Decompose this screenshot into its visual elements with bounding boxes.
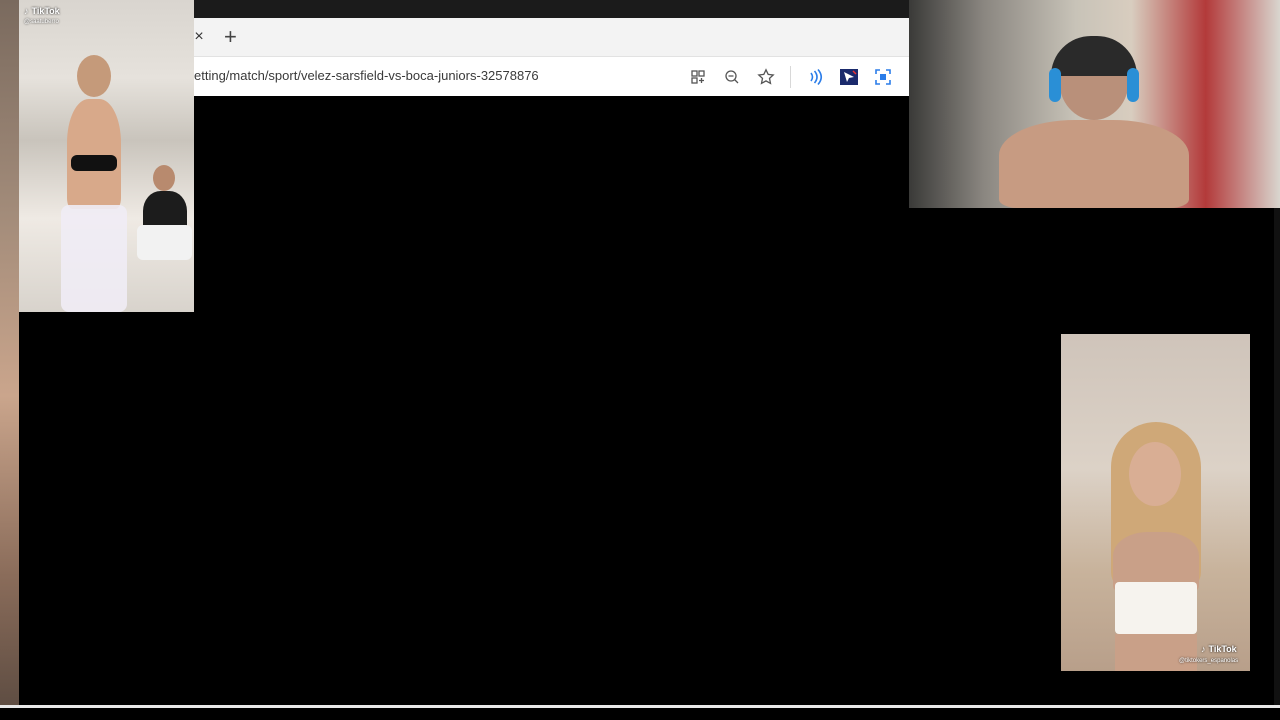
favorite-star-icon[interactable] [754, 65, 778, 89]
seated-person-figure [137, 165, 192, 305]
tiktok-video-tile-2: ♪ TikTok @tiktokers_espanolas [1061, 334, 1250, 671]
girl-figure [1091, 422, 1221, 671]
address-bar[interactable]: etting/match/sport/velez-sarsfield-vs-bo… [194, 56, 909, 96]
tiktok-handle: @saatuberro [24, 19, 59, 25]
tiktok-video-tile: ♪ TikTok @saatuberro [19, 0, 194, 312]
apps-icon[interactable] [686, 65, 710, 89]
read-aloud-icon[interactable] [803, 65, 827, 89]
new-tab-button[interactable]: + [224, 26, 237, 48]
tiktok-label: TikTok [31, 6, 60, 16]
tiktok-logo-icon: ♪ [1201, 644, 1206, 654]
window-title-strip [194, 0, 909, 18]
url-text[interactable]: etting/match/sport/velez-sarsfield-vs-bo… [194, 68, 539, 83]
tiktok-badge: ♪ TikTok [24, 6, 60, 16]
tiktok-handle: @tiktokers_espanolas [1179, 658, 1239, 664]
webcam-video-tile [909, 0, 1280, 208]
browser-window: × + etting/match/sport/velez-sarsfield-v… [194, 0, 909, 96]
extension-icon[interactable] [837, 65, 861, 89]
address-bar-actions [686, 65, 895, 89]
streamer-figure [979, 30, 1209, 208]
tiktok-label: TikTok [1208, 644, 1237, 654]
tab-close-icon[interactable]: × [194, 28, 204, 46]
tiktok-logo-icon: ♪ [24, 6, 29, 16]
tiktok-badge-2: ♪ TikTok [1201, 644, 1237, 654]
background-video-edge [0, 0, 19, 720]
dancer-figure [49, 55, 139, 312]
right-edge-strip [1274, 208, 1280, 708]
screenshot-icon[interactable] [871, 65, 895, 89]
toolbar-separator [790, 66, 791, 88]
zoom-out-icon[interactable] [720, 65, 744, 89]
bottom-edge-bar [0, 705, 1280, 720]
tab-bar: × + [194, 18, 909, 56]
